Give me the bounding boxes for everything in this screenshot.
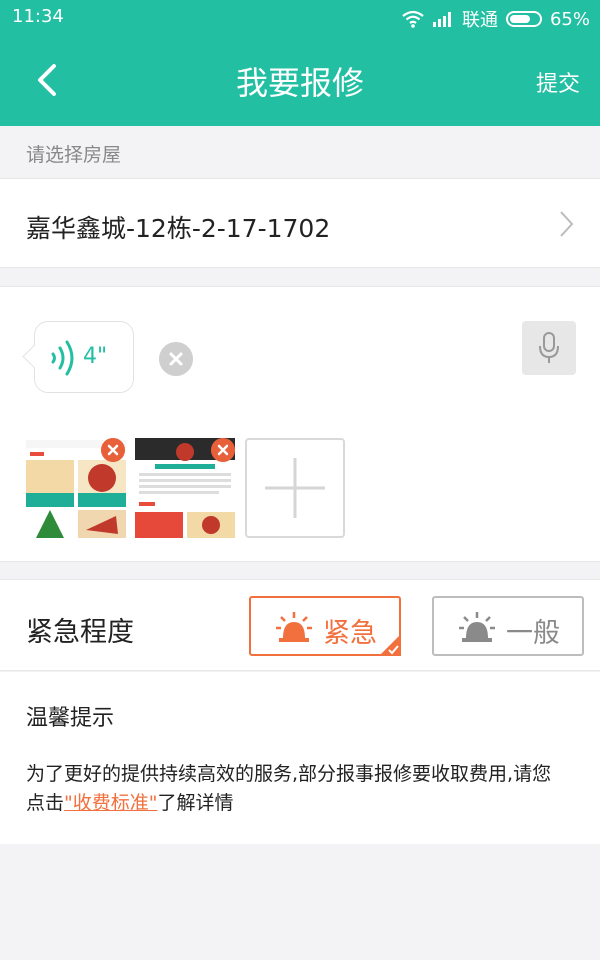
tips-card: 温馨提示 为了更好的提供持续高效的服务,部分报事报修要收取费用,请您 点击"收费…	[0, 672, 600, 844]
urgency-option-label: 一般	[506, 618, 560, 649]
voice-delete-icon[interactable]	[159, 342, 193, 376]
voice-message[interactable]: 4"	[34, 321, 134, 393]
house-section-label: 请选择房屋	[26, 144, 122, 166]
photo-delete-icon[interactable]	[101, 438, 125, 462]
chevron-right-icon	[560, 211, 574, 237]
signal-icon	[432, 12, 451, 27]
nav-bar: 我要报修 提交	[0, 34, 600, 126]
alarm-light-icon	[459, 612, 495, 642]
battery-icon	[505, 11, 542, 27]
plus-icon	[265, 458, 325, 518]
tips-body-suffix: 了解详情	[157, 792, 234, 814]
voice-duration: 4"	[83, 344, 108, 369]
alarm-light-icon	[276, 612, 312, 642]
urgency-option-normal[interactable]: 一般	[432, 596, 584, 656]
urgency-option-label: 紧急	[323, 618, 377, 649]
fee-standard-link[interactable]: "收费标准"	[64, 792, 157, 814]
house-address: 嘉华鑫城-12栋-2-17-1702	[26, 214, 331, 243]
tips-body: 为了更好的提供持续高效的服务,部分报事报修要收取费用,请您 点击"收费标准"了解…	[26, 760, 586, 818]
tips-body-prefix: 点击	[26, 792, 65, 814]
urgency-option-urgent[interactable]: 紧急	[249, 596, 401, 656]
selected-check-icon	[379, 634, 401, 656]
status-right: 联通 65%	[402, 6, 590, 32]
tips-title: 温馨提示	[26, 706, 115, 731]
wifi-icon	[402, 10, 424, 28]
submit-button[interactable]: 提交	[536, 66, 580, 98]
microphone-icon	[539, 332, 559, 363]
add-photo-button[interactable]	[245, 438, 345, 538]
sound-wave-icon	[51, 340, 74, 376]
page-title: 我要报修	[235, 64, 364, 102]
photo-delete-icon[interactable]	[211, 438, 235, 462]
status-carrier: 联通	[461, 10, 498, 31]
media-card: 4"	[0, 286, 600, 562]
tips-body-line1: 为了更好的提供持续高效的服务,部分报事报修要收取费用,请您	[26, 763, 552, 785]
microphone-button[interactable]	[522, 321, 576, 375]
urgency-row: 紧急程度 紧急 一般	[0, 579, 600, 671]
status-bar: 11:34 联通 65%	[0, 0, 600, 34]
house-selector[interactable]: 嘉华鑫城-12栋-2-17-1702	[0, 178, 600, 268]
status-time: 11:34	[12, 6, 64, 27]
urgency-label: 紧急程度	[26, 617, 134, 648]
status-battery: 65%	[549, 8, 590, 30]
